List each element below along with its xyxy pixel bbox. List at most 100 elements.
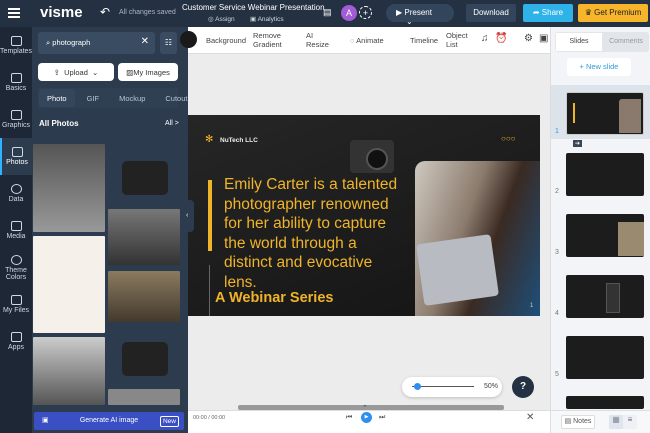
generate-ai-image-button[interactable]: ▣ Generate AI image New (34, 412, 184, 430)
photo-camera-2[interactable] (108, 332, 180, 384)
photo-soldier[interactable] (33, 236, 105, 333)
settings-icon[interactable]: ⚙ (524, 34, 533, 44)
photo-group[interactable] (108, 389, 180, 405)
search-value: photograph (52, 38, 91, 47)
zoom-slider[interactable] (412, 386, 474, 387)
company-name[interactable]: NuTech LLC (220, 137, 258, 144)
next-icon[interactable]: ⏭ (379, 414, 385, 422)
get-premium-button[interactable]: ♛ Get Premium (578, 4, 648, 22)
slide-thumbnail-2[interactable] (566, 153, 644, 196)
avatar[interactable]: A (341, 5, 357, 21)
object-list-button[interactable]: Object List (446, 31, 474, 49)
rail-basics[interactable]: Basics (0, 64, 32, 101)
remove-gradient-button[interactable]: Remove Gradient (253, 31, 288, 49)
rail-apps[interactable]: Apps (0, 323, 32, 360)
menu-icon[interactable] (8, 8, 20, 18)
slide-subtitle[interactable]: A Webinar Series (215, 290, 333, 306)
tab-photo[interactable]: Photo (39, 89, 75, 107)
rail-media[interactable]: Media (0, 212, 32, 249)
tab-cutout[interactable]: Cutout (157, 89, 195, 107)
present-button[interactable]: ▶ Present ⌄ (386, 4, 454, 26)
photo-building[interactable] (33, 144, 105, 232)
tab-slides[interactable]: Slides (556, 33, 602, 51)
download-button[interactable]: Download (466, 4, 516, 22)
rail-templates[interactable]: Templates (0, 27, 32, 64)
close-timeline-icon[interactable]: ✕ (526, 412, 534, 423)
assign-button[interactable]: ◎ Assign (208, 15, 235, 23)
zoom-control: 50% (402, 377, 502, 397)
list-view-icon[interactable]: ≡ (623, 415, 637, 429)
share-button[interactable]: ➦ Share (523, 4, 573, 22)
zoom-value: 50% (484, 383, 499, 390)
generate-label: Generate AI image (79, 417, 139, 424)
woman-photo[interactable] (415, 161, 540, 316)
photo-camera[interactable] (108, 151, 180, 203)
rail-label: My Files (2, 307, 30, 314)
rail-photos[interactable]: Photos (0, 138, 32, 175)
dots-decoration: ○○○ (501, 134, 516, 143)
analytics-label: Analytics (257, 16, 284, 23)
clear-search-icon[interactable]: ✕ (141, 36, 149, 47)
rail-label: Theme Colors (5, 266, 27, 281)
chevron-down-icon[interactable]: ⌄ (406, 17, 413, 26)
photo-team[interactable] (108, 271, 180, 322)
camera-image[interactable] (350, 140, 394, 173)
color-swatch[interactable] (180, 31, 197, 48)
help-button[interactable]: ? (512, 376, 534, 398)
transition-icon[interactable]: ➔ (573, 140, 583, 147)
grid-view-icon[interactable]: ▦ (609, 415, 623, 429)
collapse-panel-handle[interactable]: ‹ (186, 200, 194, 232)
add-collaborator-icon[interactable]: + (359, 6, 372, 19)
graphics-icon (10, 110, 22, 120)
rail-label: Apps (8, 344, 24, 351)
rail-graphics[interactable]: Graphics (0, 101, 32, 138)
toolbar: Background Remove Gradient AI Resize ◌ A… (188, 27, 550, 54)
tab-gif[interactable]: GIF (79, 89, 108, 107)
slide-thumbnail-4[interactable] (566, 275, 644, 318)
tab-mockup[interactable]: Mockup (111, 89, 153, 107)
animate-label: Animate (356, 36, 384, 45)
slide-thumbnail-3[interactable] (566, 214, 644, 257)
undo-icon[interactable]: ↶ (100, 5, 110, 19)
analytics-button[interactable]: ▣ Analytics (250, 15, 284, 23)
screenshot-icon[interactable]: ▣ (539, 34, 548, 44)
photo-old-man[interactable] (33, 337, 105, 405)
upload-label: Upload (64, 67, 88, 77)
see-all-link[interactable]: All > (165, 120, 179, 127)
slide-canvas[interactable]: ✻ NuTech LLC ○○○ Emily Carter is a talen… (188, 115, 540, 316)
my-images-button[interactable]: ▨ My Images (118, 63, 178, 81)
photos-panel: ⌕ photograph ✕ ☷ ⇪ Upload ⌄ ▨ My Images P… (32, 27, 188, 433)
assign-label: Assign (215, 16, 235, 23)
slide-thumbnail-6[interactable] (566, 396, 644, 409)
tab-comments[interactable]: Comments (603, 33, 649, 51)
background-button[interactable]: Background (206, 36, 246, 45)
slide-thumbnail-5[interactable] (566, 336, 644, 379)
upload-button[interactable]: ⇪ Upload ⌄ (38, 63, 114, 81)
notes-button[interactable]: ▤ Notes (561, 415, 595, 429)
palette-icon (10, 254, 22, 265)
new-slide-button[interactable]: + New slide (567, 58, 631, 76)
animate-button[interactable]: ◌ Animate (350, 36, 384, 45)
previous-icon[interactable]: ⏮ (346, 414, 352, 422)
rail-label: Photos (6, 159, 28, 166)
rail-theme-colors[interactable]: Theme Colors (0, 249, 32, 286)
section-title: All Photos (39, 119, 79, 128)
timer-icon[interactable]: ⏰ (495, 34, 507, 44)
timeline-button[interactable]: Timeline (410, 36, 438, 45)
presentation-title[interactable]: Customer Service Webinar Presentation (182, 3, 325, 12)
photo-meeting[interactable] (108, 209, 180, 265)
ai-resize-button[interactable]: AI Resize (306, 31, 331, 49)
slide-thumbnail-1[interactable] (566, 92, 644, 135)
rail-my-files[interactable]: My Files (0, 286, 32, 323)
photos-icon (11, 147, 23, 157)
search-input[interactable]: ⌕ photograph ✕ (38, 32, 155, 54)
comment-icon[interactable]: ▤ (323, 7, 332, 18)
rail-data[interactable]: Data (0, 175, 32, 212)
my-images-label: My Images (133, 67, 170, 77)
music-icon[interactable]: ♫ (481, 34, 489, 44)
filter-button[interactable]: ☷ (160, 32, 177, 54)
slide-body-text[interactable]: Emily Carter is a talented photographer … (224, 175, 404, 292)
expand-timeline-icon[interactable]: ⌃ (362, 404, 368, 412)
play-button[interactable]: ▶ (361, 412, 372, 423)
zoom-slider-handle[interactable] (414, 383, 421, 390)
